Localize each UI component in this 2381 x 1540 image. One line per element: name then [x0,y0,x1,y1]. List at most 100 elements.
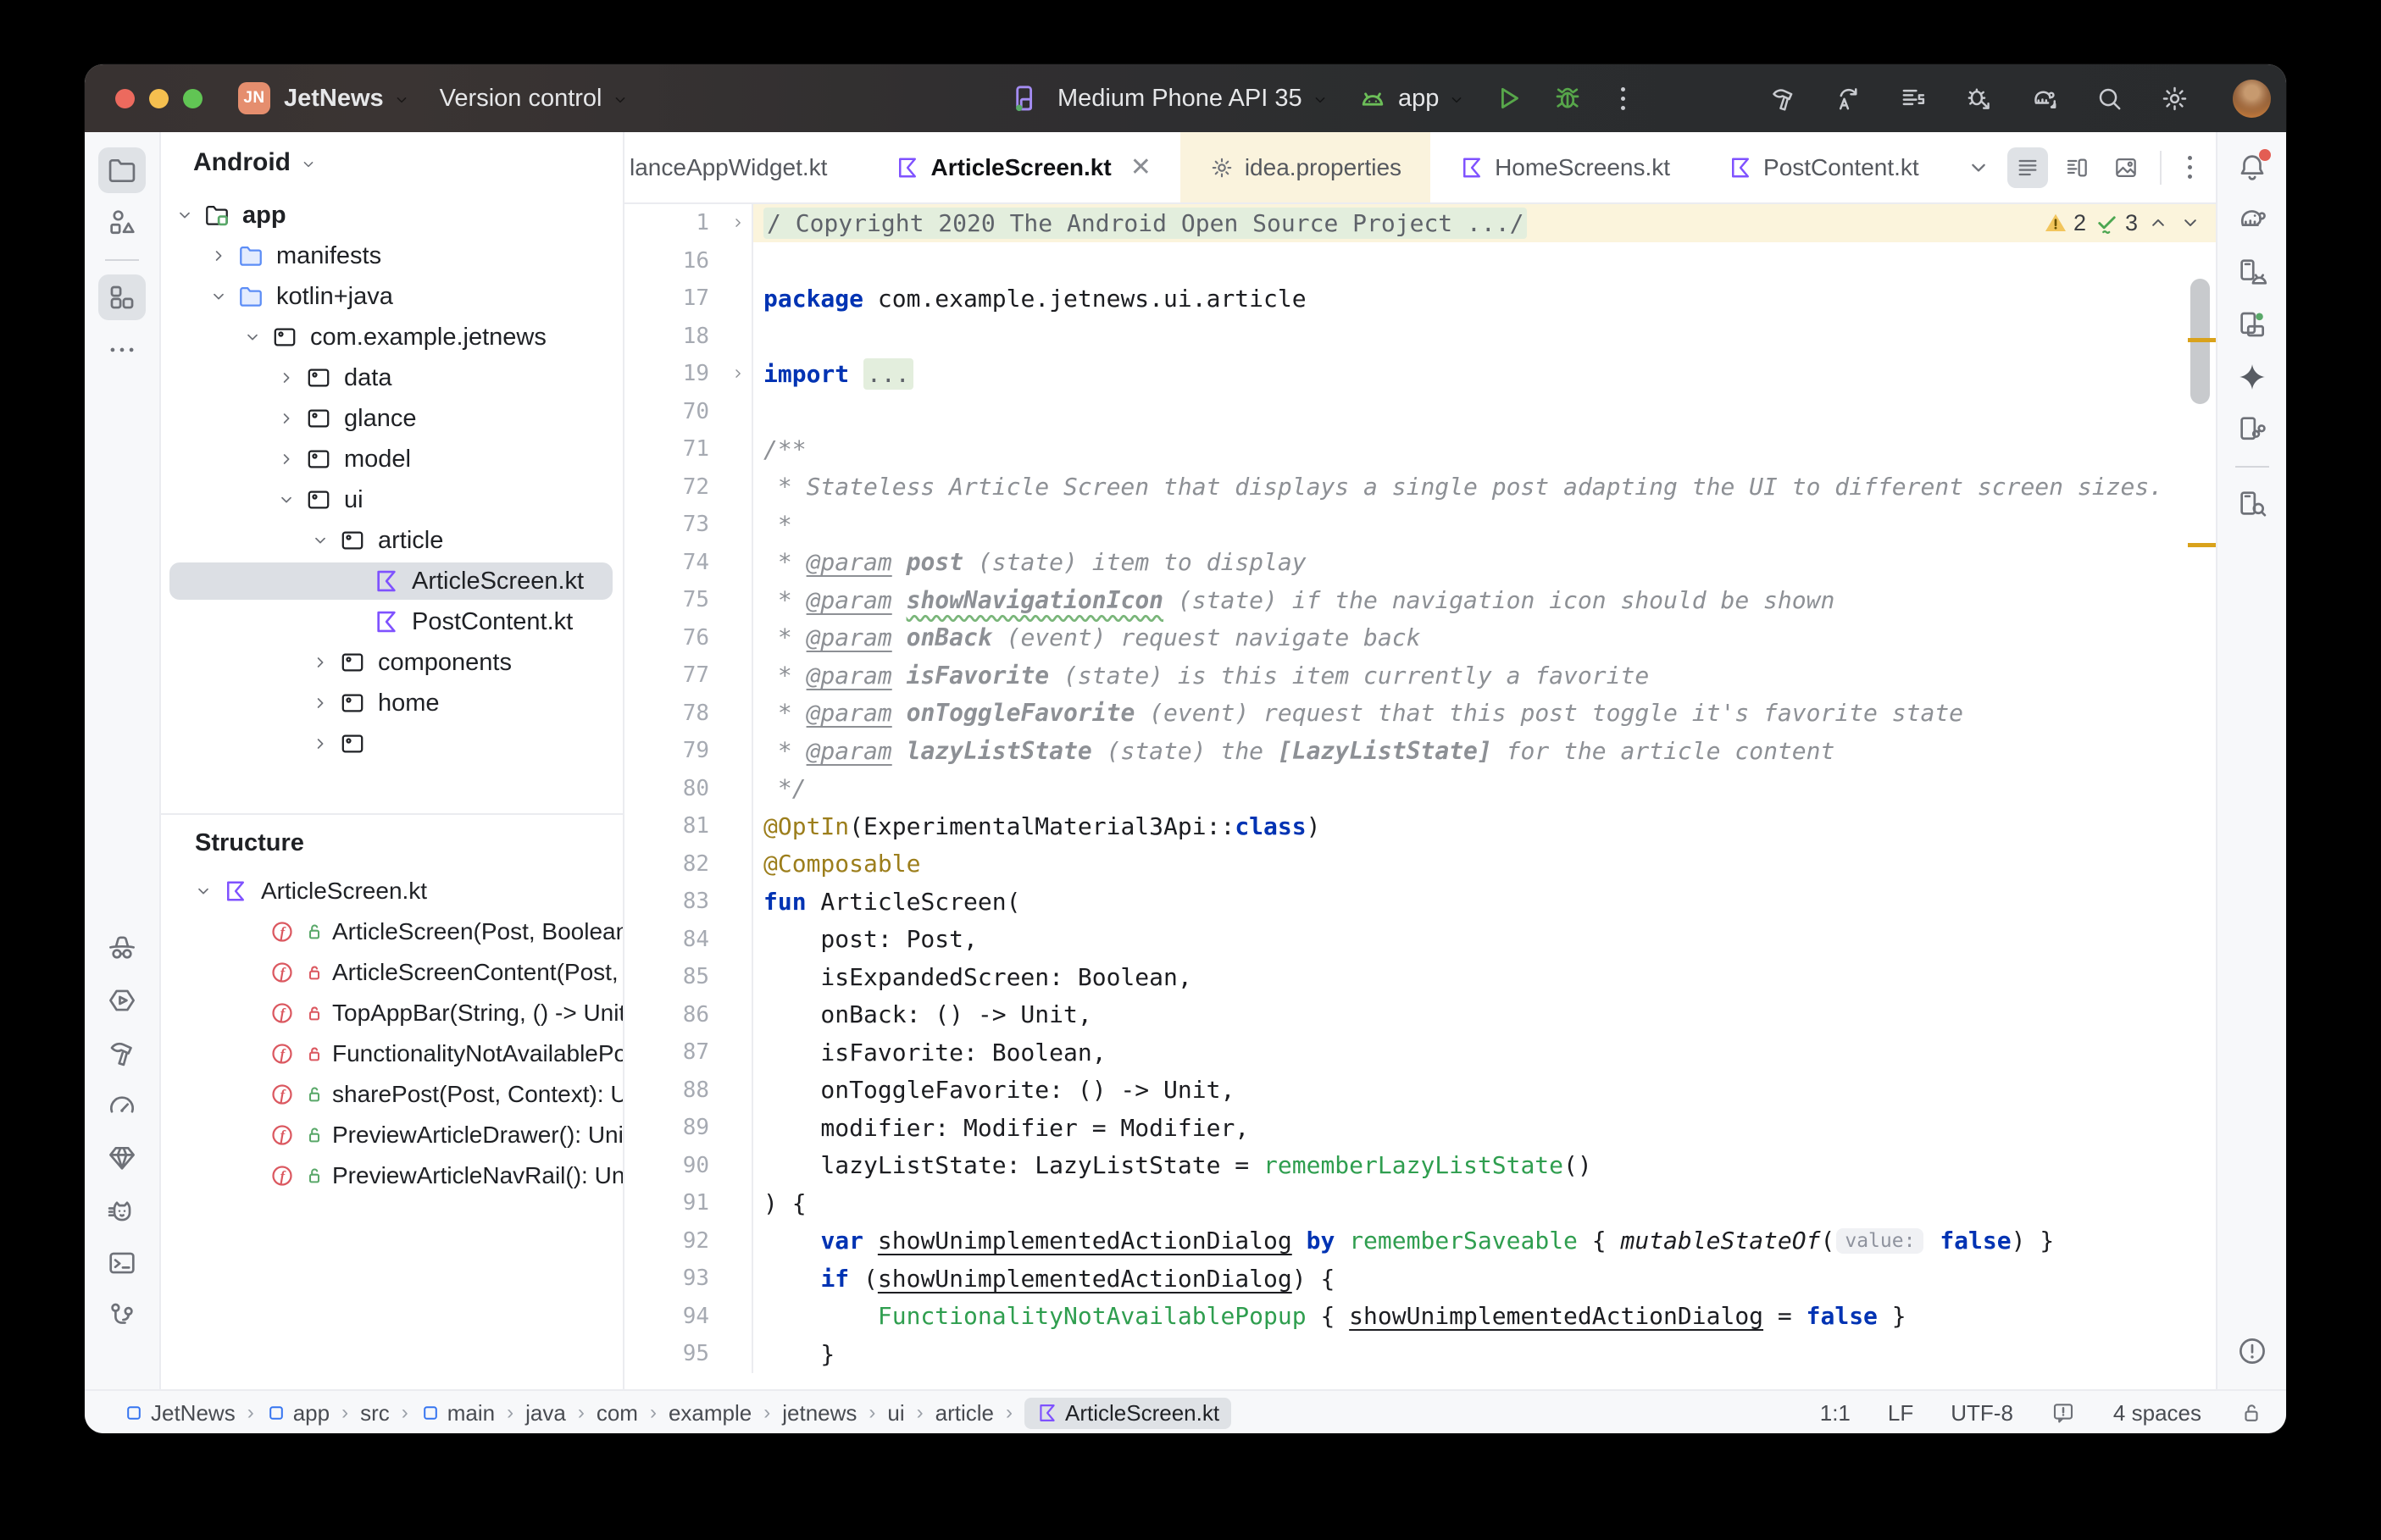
breadcrumb-item-app[interactable]: app [266,1400,330,1426]
code-editor[interactable]: 1/ Copyright 2020 The Android Open Sourc… [624,204,2216,1389]
tree-item-model[interactable]: model [161,439,623,479]
breadcrumb-item-example[interactable]: example [669,1400,752,1426]
structure-list[interactable]: ArticleScreen.kt f ArticleScreen(Post, Boo… [161,871,623,1389]
device-mirroring-button[interactable] [2228,407,2276,452]
tab-list-dropdown-button[interactable] [1958,147,1999,188]
device-selector[interactable]: Medium Phone API 35 [1007,80,1329,117]
chevron-right-icon[interactable] [275,449,298,469]
project-folder-button[interactable] [98,147,146,193]
settings-gear-button[interactable] [2156,80,2193,117]
tree-item-kotlin+java[interactable]: kotlin+java [161,276,623,317]
chevron-down-icon[interactable] [173,205,197,225]
tree-item-app[interactable]: app [161,195,623,235]
profiler-lines-button[interactable] [1895,80,1932,117]
status-item-1:1[interactable]: 1:1 [1820,1400,1851,1426]
project-logo[interactable]: JN [238,82,270,114]
chevron-down-icon[interactable] [207,286,230,307]
gemini-star-button[interactable] [2228,354,2276,400]
breadcrumb-item-JetNews[interactable]: JetNews [124,1400,236,1426]
project-name-menu[interactable]: JetNews [284,85,384,113]
breadcrumb-item-ui[interactable]: ui [887,1400,904,1426]
status-item-UTF-8[interactable]: UTF-8 [1951,1400,2013,1426]
tree-item-components[interactable]: components [161,642,623,683]
chevron-right-icon[interactable] [275,408,298,429]
project-view-selector[interactable]: Android [161,132,623,193]
chevron-right-icon[interactable] [308,693,332,713]
tree-item-data[interactable]: data [161,357,623,398]
vcs-menu[interactable]: Version control [440,85,602,113]
breadcrumb-item-article[interactable]: article [935,1400,994,1426]
lock-open-icon[interactable] [2239,1400,2264,1426]
tree-item-manifests[interactable]: manifests [161,235,623,276]
breadcrumb-item-com[interactable]: com [597,1400,638,1426]
structure-item[interactable]: f sharePost(Post, Context): Un [161,1074,623,1115]
next-issue-button[interactable] [2178,211,2202,235]
problems-info-button[interactable] [2228,1328,2276,1374]
status-item-LF[interactable]: LF [1888,1400,1913,1426]
resource-shapes-button[interactable] [98,200,146,246]
more-dots-button[interactable] [98,327,146,373]
app-insights-diamond-button[interactable] [98,1135,146,1181]
breadcrumb-item-ArticleScreen.kt[interactable]: ArticleScreen.kt [1024,1397,1232,1429]
structure-item[interactable]: f ArticleScreen(Post, Boolean, [161,911,623,952]
device-manager-button[interactable] [2228,249,2276,295]
tree-item-com.example.jetnews[interactable]: com.example.jetnews [161,317,623,357]
running-devices-button[interactable] [2228,302,2276,347]
tab-PostContent.kt[interactable]: PostContent.kt [1699,132,1948,202]
preview-toggle-button[interactable] [2106,147,2146,188]
breadcrumb-item-java[interactable]: java [525,1400,566,1426]
notify-bubble-icon[interactable] [2051,1400,2076,1426]
inspection-widget[interactable]: 23 [2043,204,2202,242]
build-hammer-button[interactable] [98,1030,146,1076]
gradle-sync-button[interactable] [2025,80,2062,117]
app-inspection-spy-button[interactable] [98,925,146,971]
notifications-bell-button[interactable] [2228,144,2276,190]
breadcrumb-item-main[interactable]: main [420,1400,495,1426]
user-avatar[interactable] [2233,79,2271,118]
tree-item-home[interactable]: home [161,683,623,723]
services-hex-play-button[interactable] [98,978,146,1023]
structure-item[interactable]: f PreviewArticleNavRail(): Unit [161,1155,623,1196]
chevron-down-icon[interactable] [191,881,215,901]
more-actions-button[interactable] [1608,86,1637,110]
split-editor-button[interactable] [2056,147,2097,188]
structure-grid-button[interactable] [98,274,146,320]
breadcrumb-item-src[interactable]: src [360,1400,390,1426]
warning-stripe-mark[interactable] [2188,543,2216,547]
gradle-elephant-button[interactable] [2228,197,2276,242]
tree-item-PostContent.kt[interactable]: PostContent.kt [161,601,623,642]
breadcrumb[interactable]: JetNews › app › src › main › java › com › example › je… [124,1397,1232,1429]
structure-item[interactable]: f FunctionalityNotAvailablePop [161,1033,623,1074]
tree-item-partial[interactable] [161,723,623,764]
editor-list-view-button[interactable] [2007,147,2048,188]
warning-stripe-mark[interactable] [2188,338,2216,342]
logcat-cat-button[interactable] [98,1188,146,1233]
run-configuration-selector[interactable]: app [1354,80,1466,117]
structure-item[interactable]: f ArticleScreenContent(Post, () [161,952,623,993]
close-window-button[interactable] [115,88,135,108]
device-explorer-button[interactable] [2228,481,2276,527]
breadcrumb-item-jetnews[interactable]: jetnews [782,1400,857,1426]
minimize-window-button[interactable] [149,88,169,108]
search-button[interactable] [2090,80,2128,117]
tab-idea.properties[interactable]: idea.properties [1179,132,1431,202]
chevron-down-icon[interactable] [308,530,332,551]
chevron-right-icon[interactable] [308,734,332,754]
editor-more-button[interactable] [2175,156,2204,179]
structure-item[interactable]: f PreviewArticleDrawer(): Unit [161,1115,623,1155]
attach-debugger-button[interactable] [1960,80,1997,117]
structure-root-ArticleScreen.kt[interactable]: ArticleScreen.kt [161,871,623,911]
debug-button[interactable] [1549,80,1586,117]
chevron-right-icon[interactable] [308,652,332,673]
previous-issue-button[interactable] [2146,211,2170,235]
tree-item-glance[interactable]: glance [161,398,623,439]
git-branch-button[interactable] [98,1293,146,1338]
tree-item-ui[interactable]: ui [161,479,623,520]
profiler-gauge-button[interactable] [98,1083,146,1128]
status-item-4 spaces[interactable]: 4 spaces [2113,1400,2201,1426]
build-hammer-button[interactable] [1764,80,1801,117]
chevron-right-icon[interactable] [275,368,298,388]
tab-HomeScreens.kt[interactable]: HomeScreens.kt [1430,132,1699,202]
fold-chevron-icon[interactable] [730,214,746,231]
tab-ArticleScreen.kt[interactable]: ArticleScreen.kt ✕ [866,132,1179,202]
